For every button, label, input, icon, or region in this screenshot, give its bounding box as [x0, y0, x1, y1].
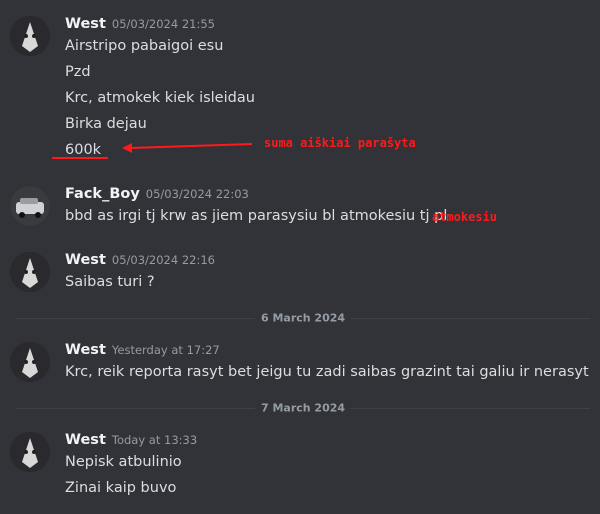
avatar[interactable] [10, 432, 50, 472]
message-timestamp: Yesterday at 17:27 [111, 343, 220, 357]
message-timestamp: 05/03/2024 21:55 [111, 17, 215, 31]
message-line: Nepisk atbulinio [65, 454, 182, 470]
message-line: bbd as irgi tj krw as jiem parasysiu bl … [65, 208, 448, 224]
message-author[interactable]: West Today at 13:33 [65, 432, 197, 448]
avatar[interactable] [10, 252, 50, 292]
message-line: 600k [65, 142, 102, 158]
skull-mask-avatar-icon [10, 252, 50, 292]
repay-annotation-text: atmokesiu [432, 210, 498, 224]
date-divider-label: 7 March 2024 [254, 401, 352, 415]
author-name[interactable]: Fack_Boy [65, 186, 140, 202]
avatar[interactable] [10, 186, 50, 226]
car-avatar-icon [10, 186, 50, 226]
author-name[interactable]: West [65, 252, 106, 268]
amount-annotation-text: suma aiškiai parašyta [264, 136, 416, 150]
author-name[interactable]: West [65, 16, 106, 32]
date-divider: 7 March 2024 [16, 401, 590, 415]
date-divider-label: 6 March 2024 [254, 311, 352, 325]
skull-mask-avatar-icon [10, 432, 50, 472]
date-divider: 6 March 2024 [16, 311, 590, 325]
message-timestamp: Today at 13:33 [111, 433, 198, 447]
author-name[interactable]: West [65, 432, 106, 448]
message-line: Pzd [65, 64, 91, 80]
message-line: Zinai kaip buvo [65, 480, 177, 496]
arrow-annotation [129, 143, 253, 149]
message-line: Krc, atmokek kiek isleidau [65, 90, 255, 106]
message-line: Krc, reik reporta rasyt bet jeigu tu zad… [65, 364, 589, 380]
author-name[interactable]: West [65, 342, 106, 358]
skull-mask-avatar-icon [10, 16, 50, 56]
message-line: Birka dejau [65, 116, 147, 132]
message-author[interactable]: West Yesterday at 17:27 [65, 342, 220, 358]
message-line: Saibas turi ? [65, 274, 155, 290]
arrow-head-annotation [122, 143, 132, 153]
message-timestamp: 05/03/2024 22:16 [111, 253, 215, 267]
message-timestamp: 05/03/2024 22:03 [145, 187, 249, 201]
message-author[interactable]: West 05/03/2024 22:16 [65, 252, 215, 268]
skull-mask-avatar-icon [10, 342, 50, 382]
avatar[interactable] [10, 16, 50, 56]
message-author[interactable]: West 05/03/2024 21:55 [65, 16, 215, 32]
message-author[interactable]: Fack_Boy 05/03/2024 22:03 [65, 186, 249, 202]
message-line: Airstripo pabaigoi esu [65, 38, 224, 54]
avatar[interactable] [10, 342, 50, 382]
